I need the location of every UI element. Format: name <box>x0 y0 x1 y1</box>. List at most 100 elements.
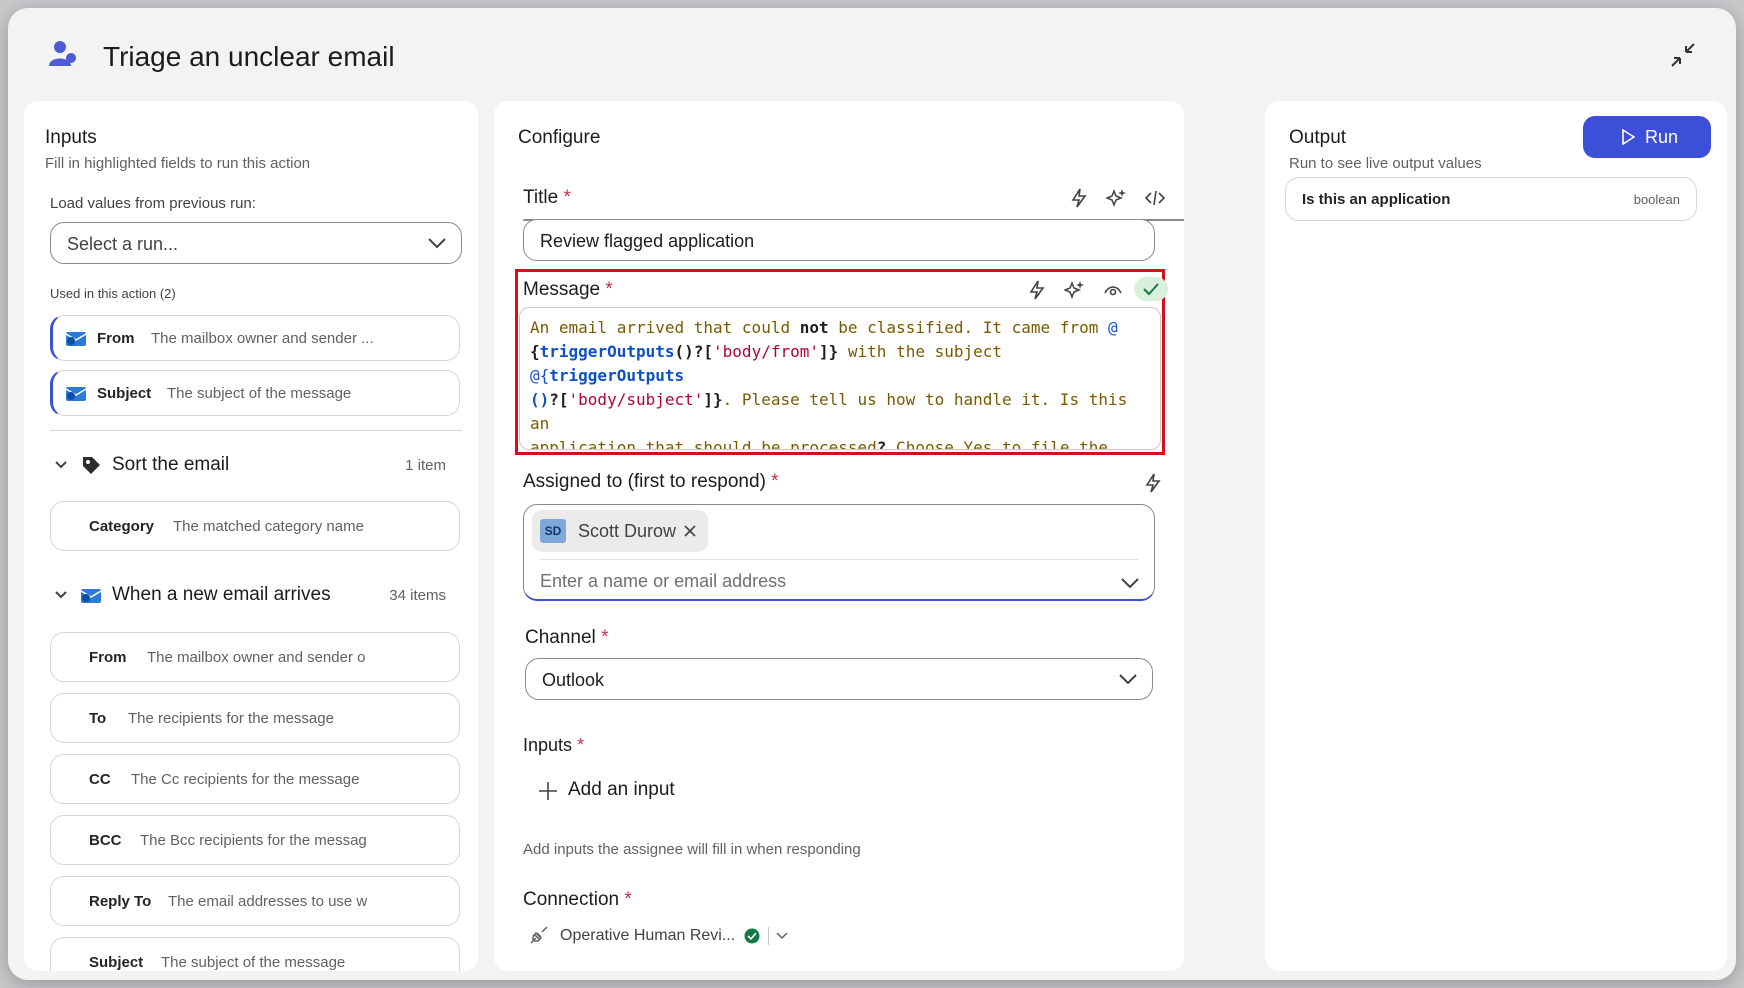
assigned-divider <box>540 559 1138 560</box>
message-segment: ?[ <box>549 390 569 409</box>
field-value: The Cc recipients for the message <box>131 771 360 788</box>
sparkle-icon[interactable] <box>1106 187 1128 209</box>
code-icon[interactable] <box>1144 187 1166 209</box>
plus-icon <box>539 782 557 800</box>
inputs-title: Inputs <box>45 127 97 148</box>
field-key: BCC <box>89 832 122 849</box>
tag-icon <box>83 457 100 474</box>
load-values-label: Load values from previous run: <box>50 195 256 212</box>
field-key: From <box>89 649 127 666</box>
connection-select[interactable]: Operative Human Revi... <box>528 921 818 951</box>
check-circle-icon <box>744 928 760 944</box>
field-value: The Bcc recipients for the messag <box>140 832 367 849</box>
people-icon <box>49 41 76 66</box>
used-item-subject[interactable]: Subject The subject of the message <box>50 370 460 416</box>
sparkle-icon[interactable] <box>1064 279 1086 301</box>
divider <box>50 430 462 431</box>
field-category[interactable]: Category The matched category name <box>50 501 460 551</box>
run-select[interactable]: Select a run... <box>50 222 462 264</box>
connection-label: Connection * <box>523 889 632 911</box>
outlook-icon <box>80 589 102 603</box>
output-field-type: boolean <box>1633 192 1680 207</box>
group-sort-the-email[interactable]: Sort the email 1 item <box>50 451 460 481</box>
chevron-down-icon[interactable] <box>1120 577 1140 589</box>
group-when-new-email[interactable]: When a new email arrives 34 items <box>50 581 460 611</box>
play-icon <box>1622 129 1635 145</box>
valid-check-badge[interactable] <box>1134 277 1168 301</box>
required-mark: * <box>605 279 613 300</box>
separator <box>768 927 769 945</box>
field-cc[interactable]: CC The Cc recipients for the message <box>50 754 460 804</box>
outlook-icon <box>65 387 87 401</box>
assignee-chip[interactable]: SD Scott Durow <box>532 510 708 552</box>
used-in-action-label: Used in this action (2) <box>50 286 176 301</box>
inputs-subtitle: Fill in highlighted fields to run this a… <box>45 155 311 172</box>
field-to[interactable]: To The recipients for the message <box>50 693 460 743</box>
used-item-value: The subject of the message <box>167 385 352 402</box>
chevron-down-icon <box>55 461 67 469</box>
chevron-down-icon <box>55 591 67 599</box>
eye-icon[interactable] <box>1102 279 1124 301</box>
required-mark: * <box>624 889 632 910</box>
message-segment: ]} <box>819 342 839 361</box>
group-count: 34 items <box>389 587 446 604</box>
field-key: CC <box>89 771 111 788</box>
configure-title: Configure <box>518 127 601 148</box>
field-value: The subject of the message <box>161 954 346 971</box>
field-from[interactable]: From The mailbox owner and sender o <box>50 632 460 682</box>
lightning-icon[interactable] <box>1142 472 1164 494</box>
field-bcc[interactable]: BCC The Bcc recipients for the messag <box>50 815 460 865</box>
add-input-button[interactable]: Add an input <box>538 775 718 807</box>
run-button[interactable]: Run <box>1583 116 1711 158</box>
used-item-value: The mailbox owner and sender ... <box>151 330 374 347</box>
dialog: Triage an unclear email Inputs Fill in h… <box>8 8 1736 980</box>
run-label: Run <box>1645 127 1679 147</box>
group-name: Sort the email <box>112 454 230 475</box>
assigned-label: Assigned to (first to respond) * <box>523 471 779 493</box>
close-icon[interactable] <box>682 523 698 539</box>
title-label: Title * <box>523 187 571 209</box>
field-key: Category <box>89 518 155 535</box>
message-segment: triggerOutputs <box>539 342 675 361</box>
connection-label-text: Connection <box>523 889 620 910</box>
message-label: Message * <box>523 279 613 301</box>
message-segment: be classified. It came from <box>828 318 1108 337</box>
channel-select[interactable]: Outlook <box>525 658 1153 700</box>
message-segment: ]} <box>703 390 723 409</box>
required-mark: * <box>771 471 779 492</box>
assigned-label-text: Assigned to (first to respond) <box>523 471 766 492</box>
chevron-down-icon <box>776 932 788 940</box>
field-key: Reply To <box>89 893 152 910</box>
group-name: When a new email arrives <box>112 584 331 605</box>
used-item-from[interactable]: From The mailbox owner and sender ... <box>50 315 460 361</box>
configure-panel: Configure Title * Review flagged applica… <box>494 101 1184 971</box>
inputs-label-text: Inputs <box>523 735 573 755</box>
chevron-down-icon <box>428 238 446 249</box>
message-segment: ? <box>876 438 887 450</box>
lightning-icon[interactable] <box>1068 187 1090 209</box>
message-input[interactable]: An email arrived that could not be class… <box>519 307 1161 450</box>
inputs-panel: Inputs Fill in highlighted fields to run… <box>24 101 478 971</box>
title-input[interactable]: Review flagged application <box>523 219 1155 261</box>
channel-label-text: Channel <box>525 627 596 648</box>
output-field-name: Is this an application <box>1302 191 1451 208</box>
field-subject[interactable]: Subject The subject of the message <box>50 937 460 971</box>
collapse-icon[interactable] <box>1668 40 1698 70</box>
used-item-key: From <box>97 330 135 347</box>
message-segment: not <box>799 318 829 337</box>
field-reply-to[interactable]: Reply To The email addresses to use w <box>50 876 460 926</box>
lightning-icon[interactable] <box>1026 279 1048 301</box>
group-count: 1 item <box>405 457 446 474</box>
message-segment: with the subject <box>838 342 1012 361</box>
field-value: The mailbox owner and sender o <box>147 649 366 666</box>
avatar: SD <box>540 519 566 543</box>
used-item-key: Subject <box>97 385 152 402</box>
output-field[interactable]: Is this an application boolean <box>1285 177 1697 221</box>
message-segment: () <box>530 390 550 409</box>
required-mark: * <box>601 627 609 648</box>
output-panel: Output Run to see live output values Run… <box>1265 101 1727 971</box>
message-segment: 'body/subject' <box>568 390 704 409</box>
run-select-value: Select a run... <box>67 234 179 254</box>
add-input-label: Add an input <box>568 779 675 800</box>
assigned-placeholder: Enter a name or email address <box>540 571 787 591</box>
